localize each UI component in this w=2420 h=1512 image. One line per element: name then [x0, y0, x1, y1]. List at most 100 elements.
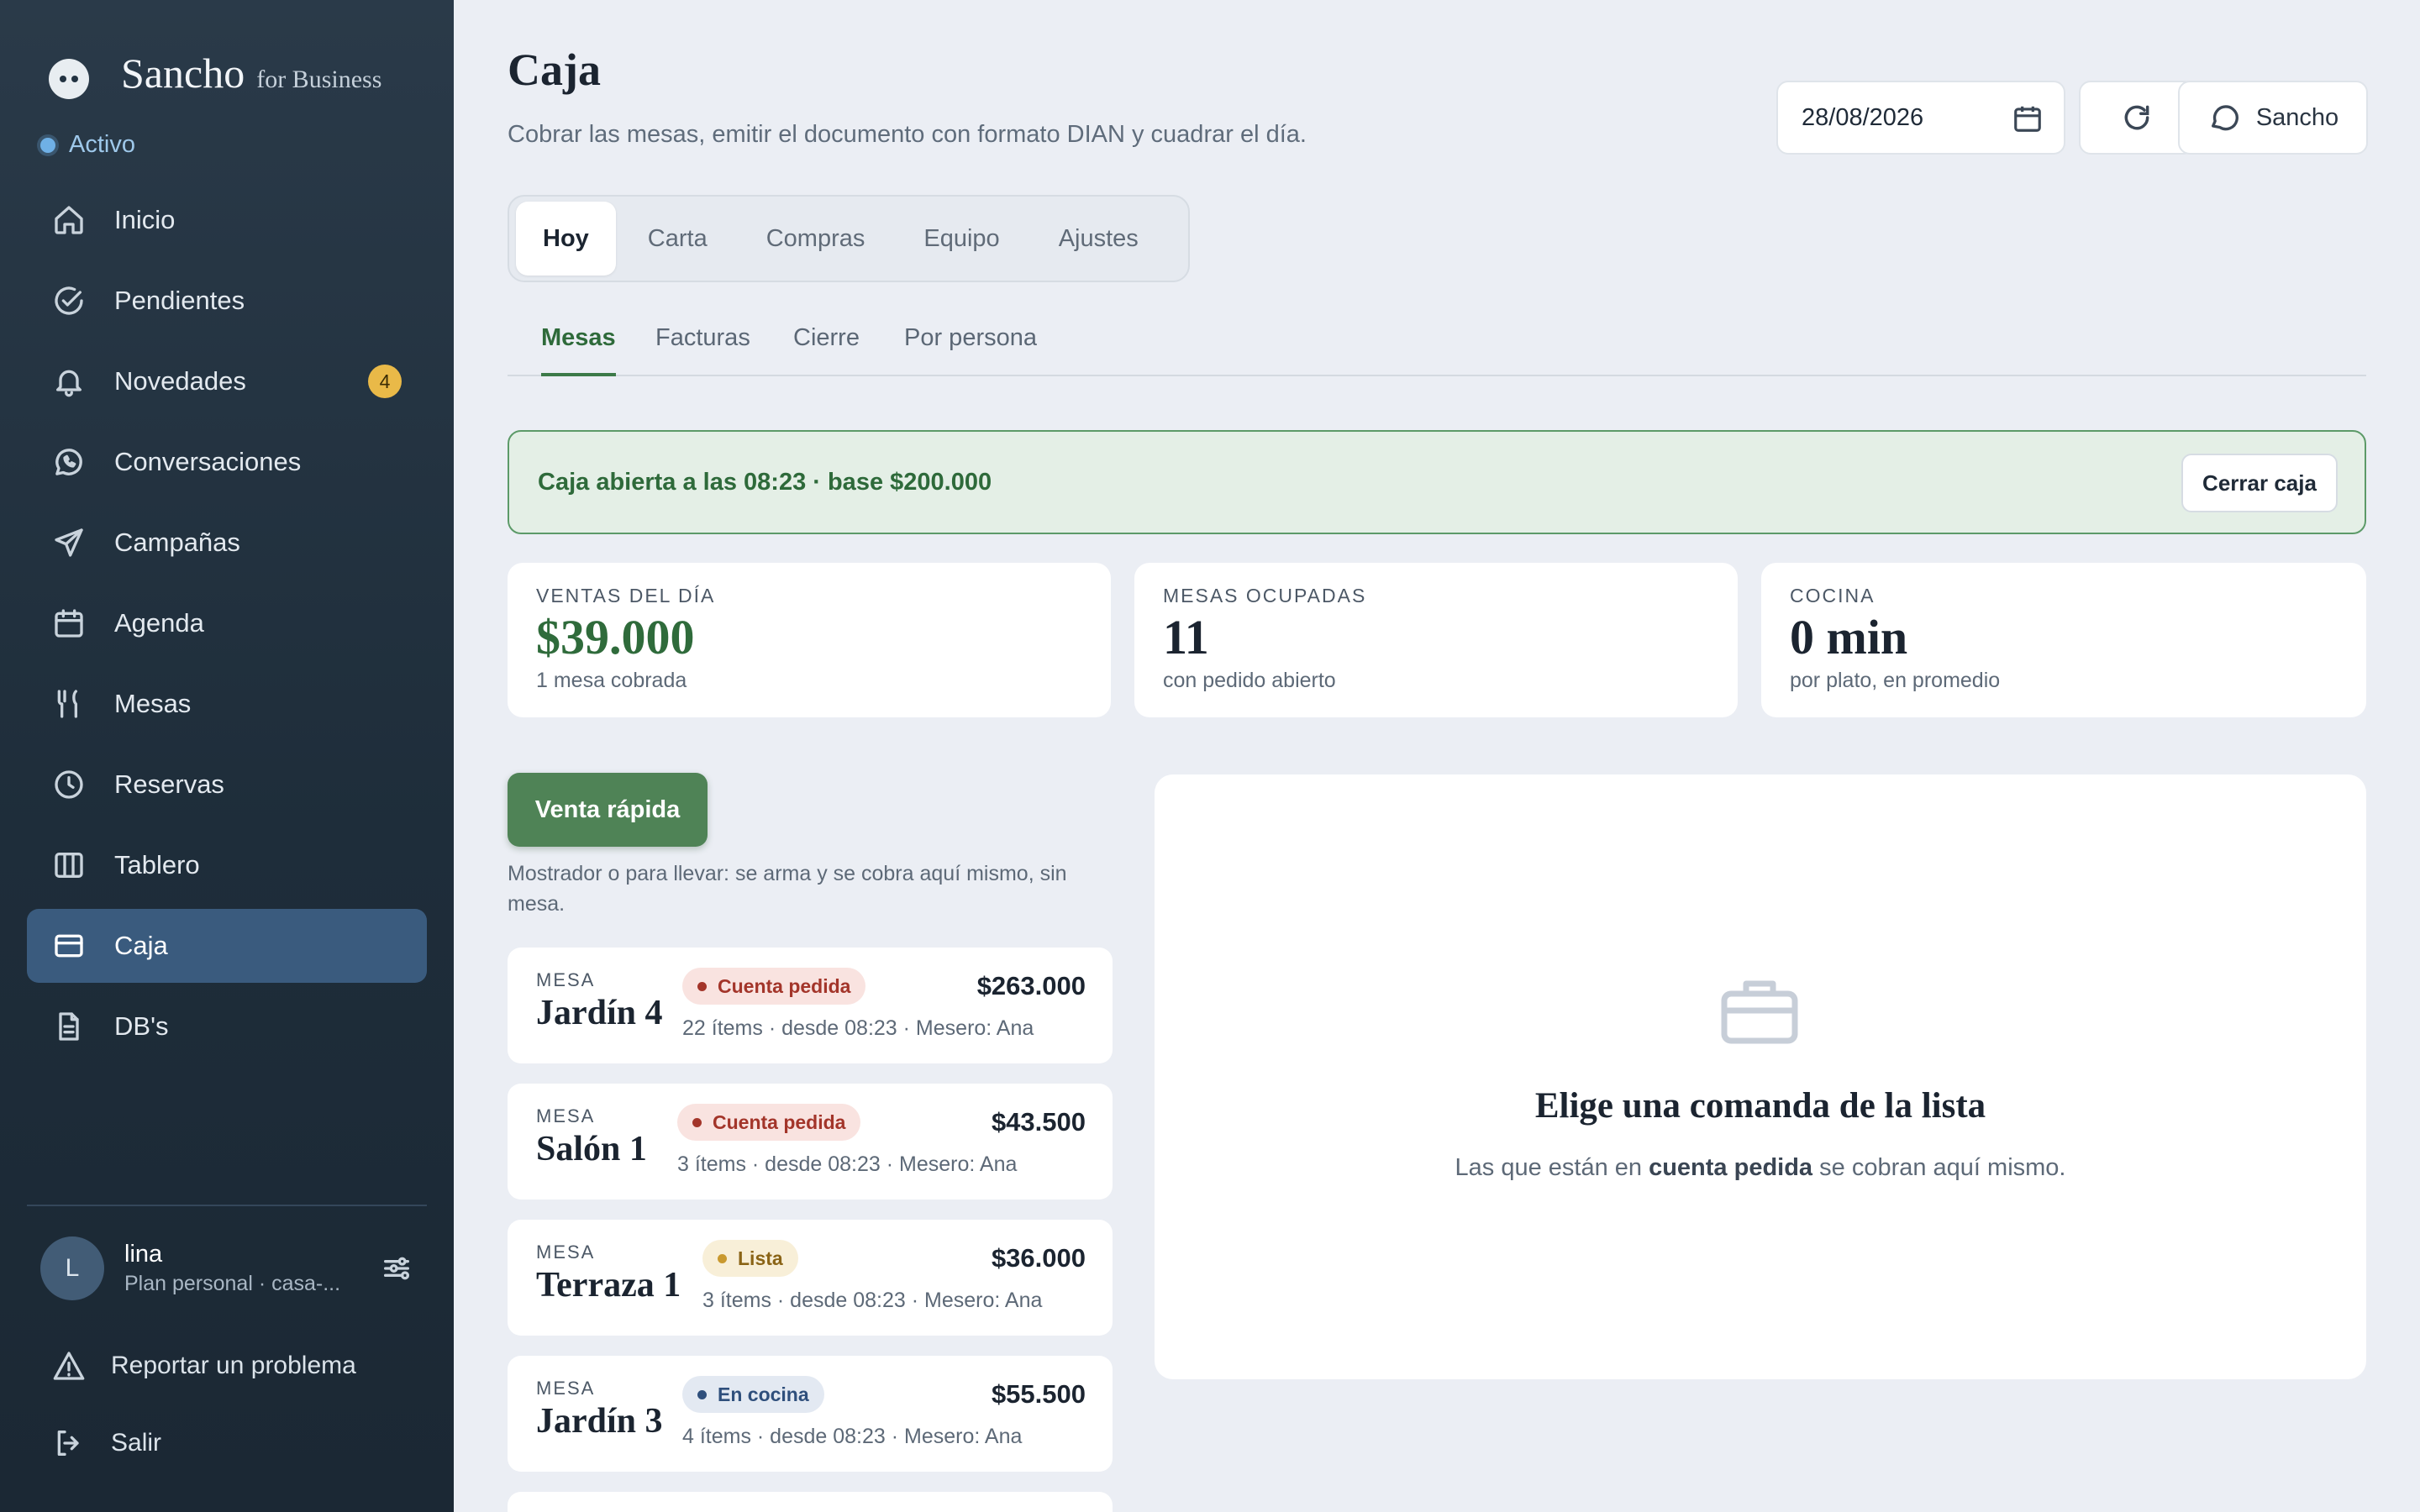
- empty-state-text: se cobran aquí mismo.: [1812, 1154, 2066, 1181]
- stat-card-tables: MESAS OCUPADAS 11 con pedido abierto: [1134, 563, 1738, 717]
- sidebar-item-label: DB's: [114, 1011, 169, 1041]
- order-card[interactable]: MESA Jardín 3 En cocina 4 ítems · desde …: [508, 1356, 1113, 1472]
- main-tabs: Hoy Carta Compras Equipo Ajustes: [508, 195, 1190, 282]
- sidebar-item-label: Agenda: [114, 608, 204, 638]
- status-dot-icon: [40, 137, 55, 153]
- brand[interactable]: Sancho for Business: [49, 49, 381, 99]
- status-badge: Cuenta pedida: [682, 968, 866, 1005]
- sidebar-item-agenda[interactable]: Agenda: [27, 586, 427, 660]
- order-card[interactable]: MESA Jardín 4 Cuenta pedida 22 ítems · d…: [508, 948, 1113, 1063]
- send-icon: [52, 526, 86, 559]
- order-meta: 3 ítems · desde 08:23 · Mesero: Ana: [702, 1289, 1043, 1312]
- sidebar-item-label: Conversaciones: [114, 447, 302, 476]
- sliders-icon[interactable]: [380, 1252, 413, 1285]
- calendar-icon[interactable]: [2012, 102, 2044, 134]
- user-name: lina: [124, 1241, 163, 1268]
- sidebar-item-label: Mesas: [114, 689, 192, 718]
- sidebar-item-label: Caja: [114, 931, 168, 960]
- close-register-button[interactable]: Cerrar caja: [2181, 454, 2338, 512]
- stat-label: COCINA: [1790, 585, 1876, 606]
- order-meta: 4 ítems · desde 08:23 · Mesero: Ana: [682, 1425, 1023, 1448]
- report-problem-link[interactable]: Reportar un problema: [52, 1349, 356, 1383]
- order-total: $43.500: [991, 1107, 1086, 1137]
- order-meta: 22 ítems · desde 08:23 · Mesero: Ana: [682, 1016, 1034, 1040]
- sidebar-item-pendientes[interactable]: Pendientes: [27, 264, 427, 338]
- order-meta: 3 ítems · desde 08:23 · Mesero: Ana: [677, 1152, 1018, 1176]
- status-badge: En cocina: [682, 1376, 824, 1413]
- user-plan: Plan personal · casa-...: [124, 1272, 341, 1295]
- sidebar-item-label: Tablero: [114, 850, 200, 879]
- quick-sale-button[interactable]: Venta rápida: [508, 773, 708, 847]
- sidebar-item-tablero[interactable]: Tablero: [27, 828, 427, 902]
- sidebar-item-novedades[interactable]: Novedades 4: [27, 344, 427, 418]
- document-icon: [52, 1010, 86, 1043]
- tab-ajustes[interactable]: Ajustes: [1032, 202, 1165, 276]
- order-total: $55.500: [991, 1379, 1086, 1409]
- sidebar-item-label: Novedades: [114, 366, 246, 396]
- sidebar-item-reservas[interactable]: Reservas: [27, 748, 427, 822]
- assistant-label: Sancho: [2255, 103, 2339, 131]
- logout-link[interactable]: Salir: [52, 1426, 161, 1460]
- tab-equipo[interactable]: Equipo: [897, 202, 1026, 276]
- user-info: lina Plan personal · casa-...: [124, 1241, 340, 1296]
- order-table-name: Salón 1: [536, 1130, 647, 1168]
- stat-value: $39.000: [536, 610, 695, 664]
- subtab-facturas[interactable]: Facturas: [655, 324, 750, 352]
- order-table-name: Terraza 1: [536, 1266, 681, 1305]
- order-table-name: Jardín 3: [536, 1402, 663, 1441]
- sidebar-nav: Inicio Pendientes Novedades 4 Conversaci…: [27, 183, 427, 1070]
- sidebar-item-caja[interactable]: Caja: [27, 909, 427, 983]
- tab-compras[interactable]: Compras: [739, 202, 892, 276]
- stat-label: MESAS OCUPADAS: [1163, 585, 1367, 606]
- user-profile[interactable]: L lina Plan personal · casa-...: [40, 1236, 413, 1300]
- order-table-name: Jardín 4: [536, 994, 663, 1032]
- subtab-mesas[interactable]: Mesas: [541, 324, 616, 376]
- utensils-icon: [52, 687, 86, 721]
- stat-card-kitchen: COCINA 0 min por plato, en promedio: [1761, 563, 2366, 717]
- sidebar-item-label: Reservas: [114, 769, 224, 799]
- order-detail-panel: Elige una comanda de la lista Las que es…: [1155, 774, 2366, 1379]
- empty-state-subtitle: Las que están en cuenta pedida se cobran…: [1155, 1154, 2366, 1182]
- subtab-por-persona[interactable]: Por persona: [904, 324, 1037, 352]
- calendar-icon: [52, 606, 86, 640]
- sancho-assistant-button[interactable]: Sancho: [2178, 81, 2368, 155]
- empty-state-text: Las que están en: [1455, 1154, 1649, 1181]
- sub-tabs: Mesas Facturas Cierre Por persona: [508, 316, 2366, 376]
- tab-carta[interactable]: Carta: [621, 202, 734, 276]
- briefcase-icon: [1721, 980, 1798, 1044]
- tab-hoy[interactable]: Hoy: [516, 202, 616, 276]
- status-indicator: Activo: [40, 131, 135, 159]
- stat-note: 1 mesa cobrada: [536, 669, 687, 692]
- order-card-partial[interactable]: [508, 1492, 1113, 1512]
- warning-icon: [53, 1352, 85, 1380]
- order-card[interactable]: MESA Salón 1 Cuenta pedida 3 ítems · des…: [508, 1084, 1113, 1200]
- sidebar-item-mesas[interactable]: Mesas: [27, 667, 427, 741]
- order-kicker: MESA: [536, 1242, 596, 1263]
- date-picker[interactable]: 28/08/2026: [1776, 81, 2065, 155]
- cash-register-banner: Caja abierta a las 08:23 · base $200.000…: [508, 430, 2366, 534]
- sidebar-item-label: Pendientes: [114, 286, 245, 315]
- report-problem-label: Reportar un problema: [111, 1352, 356, 1379]
- logout-label: Salir: [111, 1429, 162, 1457]
- sidebar-item-campanas[interactable]: Campañas: [27, 506, 427, 580]
- banner-text: Caja abierta a las 08:23 · base $200.000: [538, 469, 992, 496]
- logout-icon: [57, 1431, 79, 1456]
- page-title: Caja: [508, 45, 601, 95]
- whatsapp-icon: [52, 445, 86, 479]
- sidebar-divider: [27, 1205, 427, 1206]
- stat-card-sales: VENTAS DEL DÍA $39.000 1 mesa cobrada: [508, 563, 1111, 717]
- order-card[interactable]: MESA Terraza 1 Lista 3 ítems · desde 08:…: [508, 1220, 1113, 1336]
- subtab-cierre[interactable]: Cierre: [793, 324, 860, 352]
- empty-state-emphasis: cuenta pedida: [1649, 1154, 1813, 1181]
- sidebar-item-conversaciones[interactable]: Conversaciones: [27, 425, 427, 499]
- order-kicker: MESA: [536, 1105, 596, 1126]
- status-badge: Cuenta pedida: [677, 1104, 861, 1141]
- order-total: $263.000: [976, 971, 1086, 1000]
- home-icon: [52, 203, 86, 237]
- sidebar-item-label: Campañas: [114, 528, 240, 557]
- order-kicker: MESA: [536, 969, 596, 990]
- sidebar-item-inicio[interactable]: Inicio: [27, 183, 427, 257]
- order-total: $36.000: [991, 1243, 1086, 1273]
- status-badge: Lista: [702, 1240, 798, 1277]
- sidebar-item-dbs[interactable]: DB's: [27, 990, 427, 1063]
